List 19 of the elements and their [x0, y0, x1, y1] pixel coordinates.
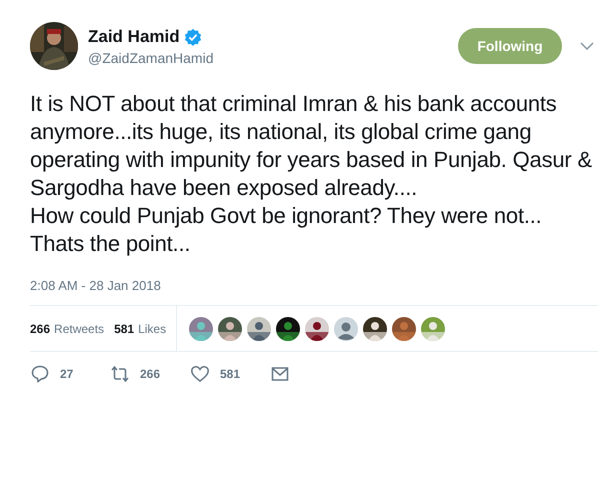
action-count[interactable]: 266 [140, 367, 160, 381]
action-count[interactable]: 27 [60, 367, 74, 381]
tweet-text: It is NOT about that criminal Imran & his bank accounts anymore...its huge, its national, its global crime gang operating with impunity for years based in Punjab. Qasur & Sargodha have been exposed already.... [30, 90, 593, 202]
user-name[interactable]: Zaid Hamid [88, 26, 180, 46]
retweet-icon[interactable] [110, 364, 130, 384]
stat-count[interactable]: 581 [114, 322, 134, 336]
heart-icon[interactable] [190, 364, 210, 384]
tweet-text: Thats the point... [30, 230, 192, 258]
stat-count[interactable]: 266 [30, 322, 50, 336]
default-avatar-icon[interactable] [334, 316, 358, 340]
stat-label[interactable]: Likes [138, 322, 166, 336]
action-count[interactable]: 581 [220, 367, 240, 381]
reply-icon[interactable] [30, 364, 50, 384]
following-button[interactable]: Following [458, 28, 562, 64]
timestamp[interactable]: 2:08 AM - 28 Jan 2018 [30, 278, 161, 293]
tweet-text: How could Punjab Govt be ignorant? They were not... [30, 202, 543, 230]
caret-icon[interactable] [580, 42, 594, 50]
user-handle[interactable]: @ZaidZamanHamid [88, 50, 458, 66]
stat-label[interactable]: Retweets [54, 322, 104, 336]
